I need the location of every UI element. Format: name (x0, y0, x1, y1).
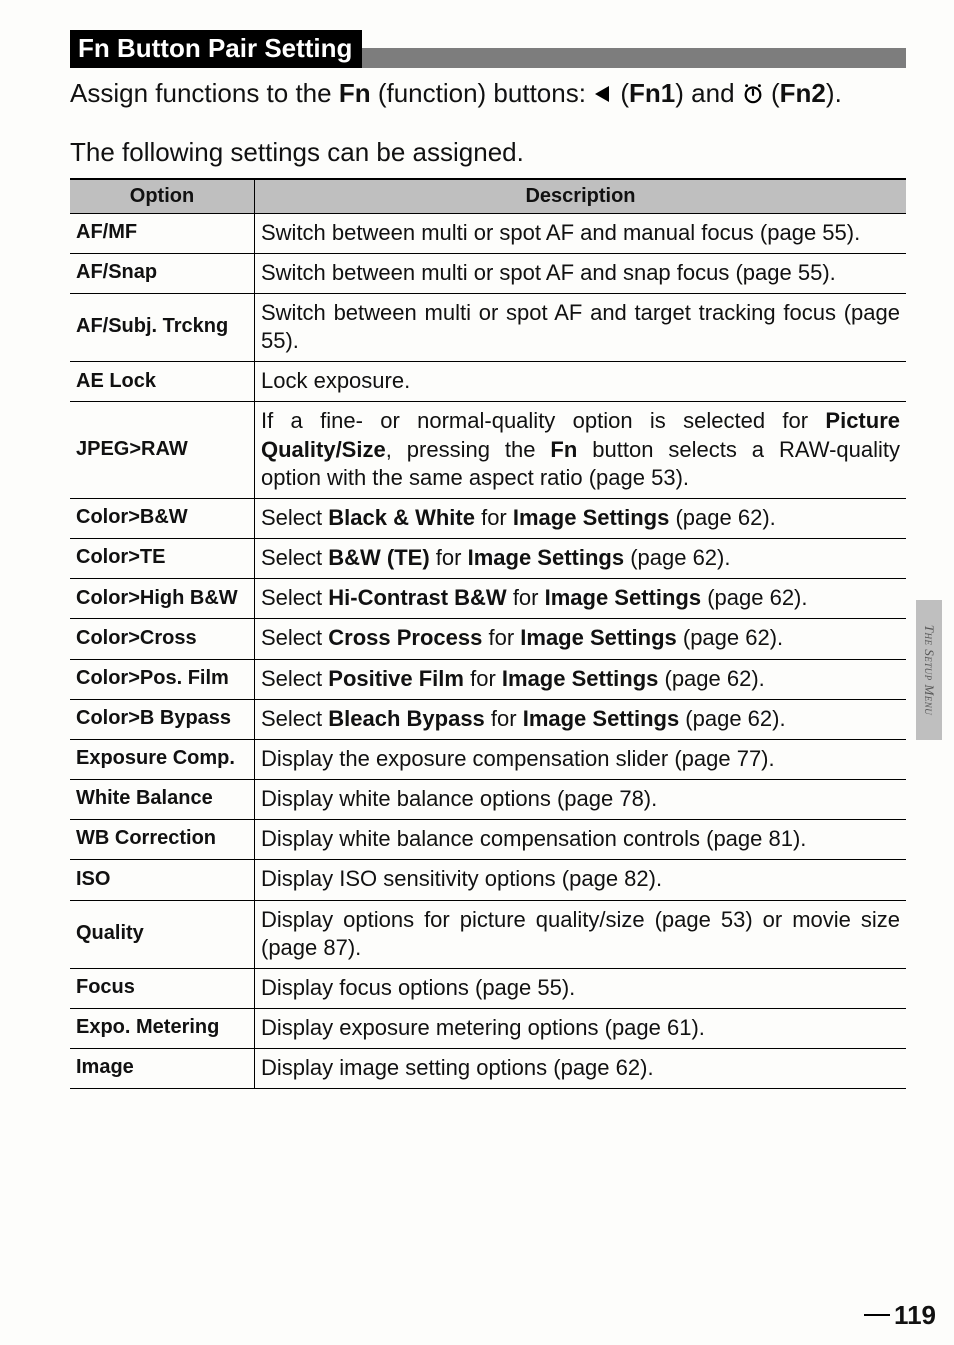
option-cell: Color>Pos. Film (70, 659, 255, 699)
table-row: FocusDisplay focus options (page 55). (70, 968, 906, 1008)
intro-text: Assign functions to the Fn (function) bu… (70, 76, 906, 111)
description-cell: Select Bleach Bypass for Image Settings … (255, 699, 907, 739)
description-cell: Display exposure metering options (page … (255, 1008, 907, 1048)
heading-gray-strip (362, 48, 906, 68)
side-tab: The Setup Menu (916, 600, 942, 740)
intro-fn1: Fn1 (629, 78, 675, 108)
table-row: Expo. MeteringDisplay exposure metering … (70, 1008, 906, 1048)
table-row: AF/SnapSwitch between multi or spot AF a… (70, 253, 906, 293)
intro-pre: Assign functions to the (70, 78, 339, 108)
description-cell: Select Positive Film for Image Settings … (255, 659, 907, 699)
th-description: Description (255, 179, 907, 214)
table-row: AF/Subj. TrckngSwitch between multi or s… (70, 294, 906, 362)
description-cell: Display white balance options (page 78). (255, 780, 907, 820)
intro-and: ) and (675, 78, 742, 108)
intro-fn2: Fn2 (780, 78, 826, 108)
table-row: Color>CrossSelect Cross Process for Imag… (70, 619, 906, 659)
intro-post: ). (826, 78, 842, 108)
option-cell: Quality (70, 900, 255, 968)
page: Fn Button Pair Setting Assign functions … (0, 0, 954, 1345)
description-cell: Display options for picture quality/size… (255, 900, 907, 968)
th-option: Option (70, 179, 255, 214)
section-heading-bar: Fn Button Pair Setting (70, 30, 906, 68)
table-row: QualityDisplay options for picture quali… (70, 900, 906, 968)
table-row: ISODisplay ISO sensitivity options (page… (70, 860, 906, 900)
left-triangle-icon (593, 84, 613, 104)
description-cell: Display focus options (page 55). (255, 968, 907, 1008)
description-cell: Switch between multi or spot AF and snap… (255, 253, 907, 293)
option-cell: WB Correction (70, 820, 255, 860)
description-cell: Switch between multi or spot AF and targ… (255, 294, 907, 362)
table-row: White BalanceDisplay white balance optio… (70, 780, 906, 820)
option-cell: Color>High B&W (70, 579, 255, 619)
description-cell: Select B&W (TE) for Image Settings (page… (255, 539, 907, 579)
intro-fn: Fn (339, 78, 371, 108)
table-row: AE LockLock exposure. (70, 362, 906, 402)
description-cell: Display the exposure compensation slider… (255, 739, 907, 779)
description-cell: Lock exposure. (255, 362, 907, 402)
option-cell: Color>B&W (70, 498, 255, 538)
subintro-text: The following settings can be assigned. (70, 137, 906, 168)
description-cell: Display ISO sensitivity options (page 82… (255, 860, 907, 900)
table-row: Color>B BypassSelect Bleach Bypass for I… (70, 699, 906, 739)
description-cell: If a fine- or normal-quality option is s… (255, 402, 907, 498)
option-cell: Exposure Comp. (70, 739, 255, 779)
description-cell: Select Cross Process for Image Settings … (255, 619, 907, 659)
option-cell: Color>Cross (70, 619, 255, 659)
table-row: Color>TESelect B&W (TE) for Image Settin… (70, 539, 906, 579)
page-number: 119 (864, 1300, 936, 1331)
self-timer-icon (742, 82, 764, 104)
option-cell: Image (70, 1049, 255, 1089)
option-cell: ISO (70, 860, 255, 900)
option-cell: AE Lock (70, 362, 255, 402)
option-cell: Color>B Bypass (70, 699, 255, 739)
option-cell: Focus (70, 968, 255, 1008)
description-cell: Select Black & White for Image Settings … (255, 498, 907, 538)
description-cell: Display white balance compensation contr… (255, 820, 907, 860)
option-cell: AF/MF (70, 213, 255, 253)
description-cell: Switch between multi or spot AF and manu… (255, 213, 907, 253)
option-cell: White Balance (70, 780, 255, 820)
table-header-row: Option Description (70, 179, 906, 214)
description-cell: Display image setting options (page 62). (255, 1049, 907, 1089)
option-cell: Color>TE (70, 539, 255, 579)
table-row: AF/MFSwitch between multi or spot AF and… (70, 213, 906, 253)
intro-mid: (function) buttons: (371, 78, 594, 108)
table-row: JPEG>RAWIf a fine- or normal-quality opt… (70, 402, 906, 498)
table-row: Color>Pos. FilmSelect Positive Film for … (70, 659, 906, 699)
option-cell: JPEG>RAW (70, 402, 255, 498)
option-cell: Expo. Metering (70, 1008, 255, 1048)
table-row: ImageDisplay image setting options (page… (70, 1049, 906, 1089)
table-row: WB CorrectionDisplay white balance compe… (70, 820, 906, 860)
table-row: Color>B&WSelect Black & White for Image … (70, 498, 906, 538)
option-cell: AF/Subj. Trckng (70, 294, 255, 362)
options-table: Option Description AF/MFSwitch between m… (70, 178, 906, 1090)
table-row: Color>High B&WSelect Hi-Contrast B&W for… (70, 579, 906, 619)
description-cell: Select Hi-Contrast B&W for Image Setting… (255, 579, 907, 619)
section-heading: Fn Button Pair Setting (70, 30, 362, 68)
option-cell: AF/Snap (70, 253, 255, 293)
table-row: Exposure Comp.Display the exposure compe… (70, 739, 906, 779)
side-tab-label: The Setup Menu (921, 625, 937, 716)
